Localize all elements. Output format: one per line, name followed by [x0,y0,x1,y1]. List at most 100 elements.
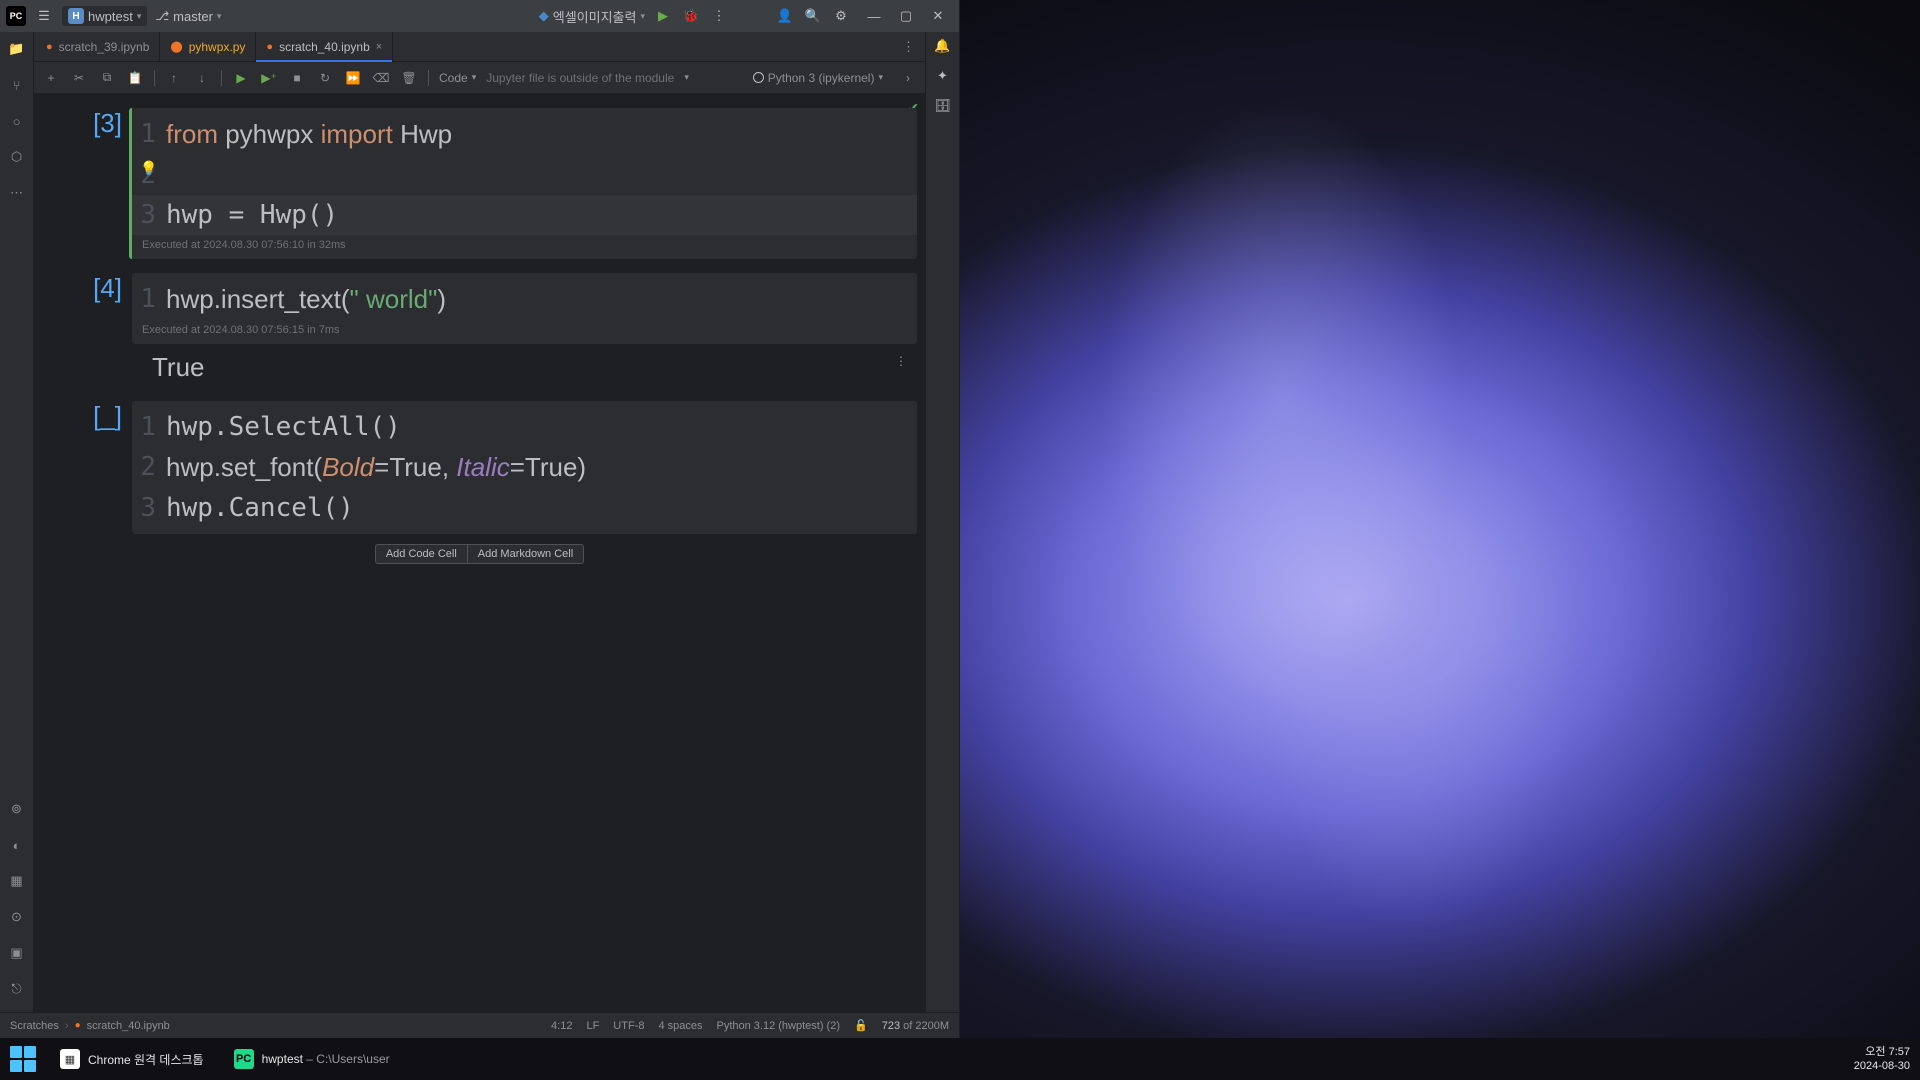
more-actions-icon[interactable]: ⋮ [709,6,729,26]
start-button[interactable] [10,1046,36,1072]
crumb-item[interactable]: scratch_40.ipynb [87,1020,170,1032]
database-icon[interactable]: 🗄 [934,98,951,114]
project-tool-icon[interactable]: 📁 [6,38,28,60]
stop-icon[interactable]: ■ [288,69,306,87]
maximize-button[interactable]: ▢ [891,4,921,28]
code-line[interactable] [166,155,917,195]
services-icon[interactable]: ▦ [6,870,28,892]
chevron-down-icon[interactable]: ▾ [684,72,689,83]
code-with-me-icon[interactable]: 👤 [775,6,795,26]
output-menu-icon[interactable]: ⋮ [895,354,907,368]
file-encoding[interactable]: UTF-8 [613,1020,644,1032]
cell-body[interactable]: 1 hwp.SelectAll() 2 hwp.set_font(Bold=Tr… [132,401,917,534]
move-up-icon[interactable]: ↑ [165,69,183,87]
line-separator[interactable]: LF [586,1020,599,1032]
settings-icon[interactable]: ⚙ [831,6,851,26]
code-cell[interactable]: [3] 💡 1 from pyhwpx import Hwp 2 3 [62,108,917,259]
tab-overflow-icon[interactable]: ⋮ [892,32,925,61]
tab-pyhwpx[interactable]: ⬤ pyhwpx.py [160,32,256,61]
notebook-body[interactable]: ✔ [3] 💡 1 from pyhwpx import Hwp 2 [34,94,925,1012]
chevron-down-icon: ▾ [472,72,477,83]
cut-icon[interactable]: ✂ [70,69,88,87]
add-markdown-cell-button[interactable]: Add Markdown Cell [467,544,584,564]
indent-setting[interactable]: 4 spaces [658,1020,702,1032]
cell-body[interactable]: 1 hwp.insert_text(" world") Executed at … [132,273,917,344]
interpreter-label[interactable]: Python 3.12 (hwptest) (2) [717,1020,841,1032]
close-button[interactable]: ✕ [923,4,953,28]
cell-type-selector[interactable]: Code ▾ [439,71,476,85]
output-text: True ⋮ [132,348,917,387]
minimize-button[interactable]: — [859,4,889,28]
branch-icon: ⎇ [155,9,169,23]
breadcrumb[interactable]: Scratches › ● scratch_40.ipynb [10,1020,170,1032]
vcs-branch-selector[interactable]: ⎇ master ▾ [155,9,221,24]
code-line[interactable]: hwp.insert_text(" world") [166,279,917,320]
vcs-icon[interactable]: ⎋ [6,978,28,1000]
close-tab-icon[interactable]: × [376,41,382,53]
terminal-icon[interactable]: ⊙ [6,906,28,928]
system-tray-clock[interactable]: 오전 7:57 2024-08-30 [1854,1045,1910,1073]
pull-requests-icon[interactable]: ⬡ [6,146,28,168]
debug-button[interactable]: 🐞 [681,6,701,26]
file-tabs: ● scratch_39.ipynb ⬤ pyhwpx.py ● scratch… [34,32,925,62]
taskbar-app-chrome-remote[interactable]: ▦ Chrome 원격 데스크톱 [50,1045,214,1073]
right-tool-rail: 🔔 ✦ 🗄 [925,32,959,1012]
chevron-down-icon: ▾ [878,72,883,83]
code-line[interactable]: from pyhwpx import Hwp [166,114,917,155]
debug-cell-icon[interactable]: ▶⁺ [260,69,278,87]
restart-icon[interactable]: ↻ [316,69,334,87]
tab-scratch-39[interactable]: ● scratch_39.ipynb [36,32,160,61]
structure-tool-icon[interactable]: ⑂ [6,74,28,96]
jupyter-icon: ● [266,41,273,53]
ai-assistant-icon[interactable]: ✦ [937,68,948,84]
add-cell-icon[interactable]: + [42,69,60,87]
clock-date: 2024-08-30 [1854,1059,1910,1073]
crumb-item[interactable]: Scratches [10,1020,59,1032]
run-cell-icon[interactable]: ▶ [232,69,250,87]
memory-indicator[interactable]: 723 of 2200M [882,1020,949,1032]
intention-bulb-icon[interactable]: 💡 [140,160,157,177]
left-tool-rail: 📁 ⑂ ○ ⬡ ⋯ ⊚ ◐ ▦ ⊙ ▣ ⎋ [0,32,34,1012]
notifications-icon[interactable]: 🔔 [934,38,950,54]
copy-icon[interactable]: ⧉ [98,69,116,87]
clear-output-icon[interactable]: ⌫ [372,69,390,87]
window-controls: — ▢ ✕ [859,4,953,28]
project-selector[interactable]: H hwptest ▾ [62,6,147,26]
tab-scratch-40[interactable]: ● scratch_40.ipynb × [256,32,393,61]
code-cell[interactable]: [_] 1 hwp.SelectAll() 2 hwp.set_font(Bol… [62,401,917,534]
jupyter-icon: ● [75,1020,81,1031]
delete-cell-icon[interactable]: 🗑 [400,69,418,87]
cell-output: True ⋮ [62,348,917,387]
python-packages-icon[interactable]: ◐ [6,834,28,856]
add-cell-buttons: Add Code Cell Add Markdown Cell [34,544,925,564]
cursor-position[interactable]: 4:12 [551,1020,572,1032]
main-menu-icon[interactable]: ☰ [34,6,54,26]
add-code-cell-button[interactable]: Add Code Cell [375,544,467,564]
paste-icon[interactable]: 📋 [126,69,144,87]
notebook-toolbar: + ✂ ⧉ 📋 ↑ ↓ ▶ ▶⁺ ■ ↻ ⏩ ⌫ 🗑 Code ▾ [34,62,925,94]
code-line[interactable]: hwp.SelectAll() [166,407,917,447]
move-down-icon[interactable]: ↓ [193,69,211,87]
kernel-status-icon [753,72,764,83]
cell-body[interactable]: 💡 1 from pyhwpx import Hwp 2 3 hwp = Hwp… [129,108,917,259]
run-button[interactable]: ▶ [653,6,673,26]
run-config-selector[interactable]: ◆ 엑셀이미지출력 ▾ [539,7,645,26]
kernel-selector[interactable]: Python 3 (ipykernel) ▾ [753,71,883,85]
run-all-icon[interactable]: ⏩ [344,69,362,87]
code-line[interactable]: hwp.set_font(Bold=True, Italic=True) [166,447,917,488]
search-icon[interactable]: 🔍 [803,6,823,26]
python-console-icon[interactable]: ⊚ [6,798,28,820]
code-line[interactable]: hwp.Cancel() [166,488,917,528]
execution-meta: Executed at 2024.08.30 07:56:15 in 7ms [132,320,917,338]
commit-tool-icon[interactable]: ○ [6,110,28,132]
more-tools-icon[interactable]: ⋯ [6,182,28,204]
code-line[interactable]: hwp = Hwp() [166,195,917,235]
problems-icon[interactable]: ▣ [6,942,28,964]
chevron-right-icon: › [65,1020,69,1032]
taskbar-app-pycharm[interactable]: PC hwptest – C:\Users\user [224,1045,400,1073]
readonly-lock-icon[interactable]: 🔓 [854,1019,868,1032]
code-cell[interactable]: [4] 1 hwp.insert_text(" world") Executed… [62,273,917,344]
execution-meta: Executed at 2024.08.30 07:56:10 in 32ms [132,235,917,253]
expand-icon[interactable]: › [899,69,917,87]
line-number: 3 [132,195,166,235]
